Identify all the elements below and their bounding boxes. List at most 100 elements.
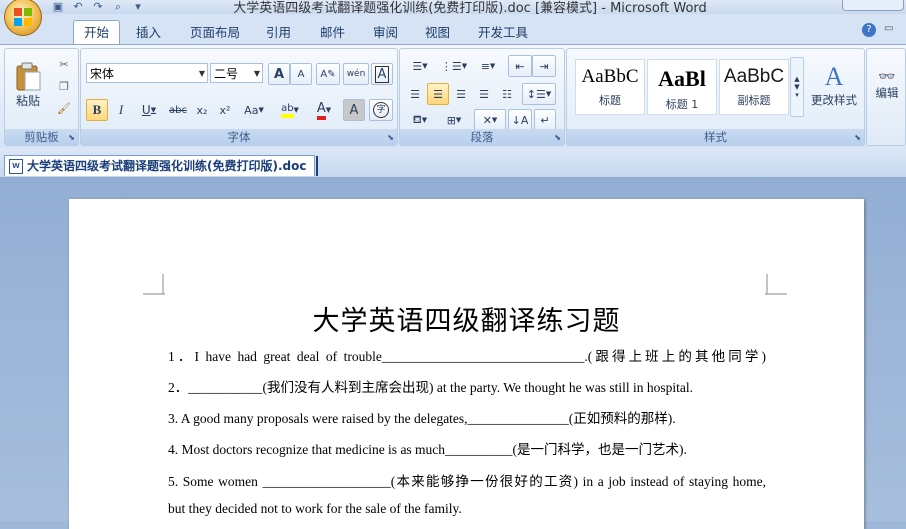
format-painter-icon: 🖌 (57, 101, 71, 115)
sort-button[interactable]: ↓A (508, 109, 532, 131)
bold-button[interactable]: B (86, 99, 108, 121)
style-heading-1-sample: AaBl (658, 66, 706, 91)
font-color-button[interactable]: A ▼ (308, 99, 340, 121)
copy-button[interactable]: ❐ (53, 75, 75, 97)
format-painter-button[interactable]: 🖌 (53, 97, 75, 119)
align-center-icon: ☰ (433, 87, 443, 101)
change-styles-label: 更改样式 (811, 93, 857, 107)
font-launcher-icon[interactable]: ⬊ (387, 133, 394, 142)
window-controls[interactable] (842, 0, 904, 11)
italic-button[interactable]: I (110, 99, 132, 121)
increase-indent-icon: ⇥ (539, 59, 549, 73)
line-spacing-button[interactable]: ↕☰ ▼ (522, 83, 556, 105)
tab-review[interactable]: 审阅 (363, 22, 408, 43)
chevron-down-icon: ▼ (198, 69, 205, 78)
help-icon[interactable]: ? (862, 23, 876, 37)
enclose-characters-button[interactable]: 字 (369, 99, 393, 121)
decrease-indent-button[interactable]: ⇤ (508, 55, 532, 77)
tab-mailings[interactable]: 邮件 (310, 22, 355, 43)
question-line-4: 4. Most doctors recognize that medicine … (168, 442, 687, 457)
font-size-combo[interactable]: 二号 ▼ (210, 63, 263, 83)
align-right-button[interactable]: ☰ (450, 83, 472, 105)
scroll-up-icon: ▲ (794, 75, 800, 83)
editing-button[interactable]: 👓 编辑 (869, 53, 905, 117)
document-tab-strip: W 大学英语四级考试翻译题强化训练(免费打印版).doc (0, 148, 906, 178)
question-line-2: 2．___________(我们没有人料到主席会出现) at the party… (168, 380, 693, 395)
underline-button[interactable]: U ▼ (134, 99, 164, 121)
align-center-button[interactable]: ☰ (427, 83, 449, 105)
redo-icon[interactable]: ↷ (92, 1, 104, 13)
document-title: 大学英语四级翻译练习题 (312, 306, 621, 337)
paragraph-launcher-icon[interactable]: ⬊ (554, 133, 561, 142)
style-heading-1[interactable]: AaBl 标题 1 (647, 59, 717, 115)
print-preview-icon[interactable]: ⌕ (112, 1, 124, 13)
paragraph-mark-icon: ↵ (540, 113, 550, 127)
italic-icon: I (118, 102, 124, 117)
paste-button[interactable]: 粘贴 (10, 53, 46, 117)
clipboard-launcher-icon[interactable]: ⬊ (68, 133, 75, 142)
align-left-button[interactable]: ☰ (404, 83, 426, 105)
sort-icon: ↓A (511, 113, 529, 127)
character-shading-button[interactable]: A (343, 99, 365, 121)
style-title-name: 标题 (599, 94, 621, 107)
grow-font-icon: A (273, 66, 285, 82)
font-name-value: 宋体 (90, 67, 115, 81)
shrink-font-button[interactable]: A (290, 63, 312, 85)
shrink-font-icon: A (297, 68, 305, 80)
character-border-button[interactable]: A (371, 63, 393, 85)
phonetic-guide-button[interactable]: wén (343, 63, 369, 85)
borders-button[interactable]: ⊞ ▼ (438, 109, 470, 131)
justify-button[interactable]: ☰ (473, 83, 495, 105)
tab-page-layout[interactable]: 页面布局 (180, 22, 250, 43)
customize-qat-icon[interactable]: ▾ (132, 1, 144, 13)
undo-icon[interactable]: ↶ (72, 1, 84, 13)
increase-indent-button[interactable]: ⇥ (532, 55, 556, 77)
tab-home[interactable]: 开始 (73, 20, 121, 44)
change-styles-icon: A (824, 62, 844, 91)
chinese-layout-button[interactable]: ✕ ▼ (474, 109, 506, 131)
change-styles-button[interactable]: A 更改样式 (807, 53, 861, 117)
font-name-combo[interactable]: 宋体 ▼ (86, 63, 208, 83)
document-tab-label: 大学英语四级考试翻译题强化训练(免费打印版).doc (27, 159, 307, 173)
numbering-button[interactable]: ⋮☰ ▼ (438, 55, 470, 77)
tab-insert[interactable]: 插入 (126, 22, 171, 43)
minimize-ribbon-icon[interactable]: ▭ (884, 23, 898, 37)
grow-font-button[interactable]: A (268, 63, 290, 85)
distributed-button[interactable]: ☷ (496, 83, 518, 105)
style-subtitle[interactable]: AaBbC 副标题 (719, 59, 789, 115)
title-bar: ▣ ↶ ↷ ⌕ ▾ 大学英语四级考试翻译题强化训练(免费打印版).doc [兼容… (0, 0, 906, 36)
styles-launcher-icon[interactable]: ⬊ (854, 133, 861, 142)
tab-view[interactable]: 视图 (415, 22, 460, 43)
style-subtitle-name: 副标题 (737, 94, 771, 107)
tab-developer[interactable]: 开发工具 (468, 22, 538, 43)
strikethrough-icon: abc (169, 104, 187, 116)
numbering-icon: ⋮☰ (440, 59, 462, 73)
bullets-button[interactable]: ☰ ▼ (404, 55, 436, 77)
paint-bucket-icon: ⛾ (412, 112, 422, 126)
style-title-sample: AaBbC (581, 66, 639, 87)
strikethrough-button[interactable]: abc (166, 99, 190, 121)
margin-corner-top-left (143, 274, 165, 295)
superscript-button[interactable]: x² (214, 99, 236, 121)
phonetic-guide-icon: wén (346, 69, 366, 79)
highlight-button[interactable]: ab ▼ (274, 99, 306, 121)
save-icon[interactable]: ▣ (52, 1, 64, 13)
document-page[interactable]: 大学英语四级翻译练习题 1．I have had great deal of t… (69, 199, 864, 529)
tab-references[interactable]: 引用 (256, 22, 301, 43)
align-right-icon: ☰ (456, 87, 466, 101)
style-heading-1-name: 标题 1 (665, 98, 699, 111)
multilevel-list-button[interactable]: ≡ ▼ (472, 55, 504, 77)
paste-icon (16, 62, 41, 90)
show-marks-button[interactable]: ↵ (534, 109, 556, 131)
character-border-icon: A (374, 65, 390, 83)
clear-format-button[interactable]: A✎ (316, 63, 340, 85)
cut-button[interactable]: ✂ (53, 53, 75, 75)
justify-icon: ☰ (479, 87, 489, 101)
change-case-button[interactable]: Aa ▼ (238, 99, 270, 121)
question-line-3: 3. A good many proposals were raised by … (168, 411, 676, 426)
shading-button[interactable]: ⛾ ▼ (404, 109, 436, 131)
document-tab[interactable]: W 大学英语四级考试翻译题强化训练(免费打印版).doc (4, 155, 319, 176)
subscript-button[interactable]: x₂ (191, 99, 213, 121)
styles-scroll[interactable]: ▲ ▼ ▾ (790, 57, 804, 117)
style-title[interactable]: AaBbC 标题 (575, 59, 645, 115)
